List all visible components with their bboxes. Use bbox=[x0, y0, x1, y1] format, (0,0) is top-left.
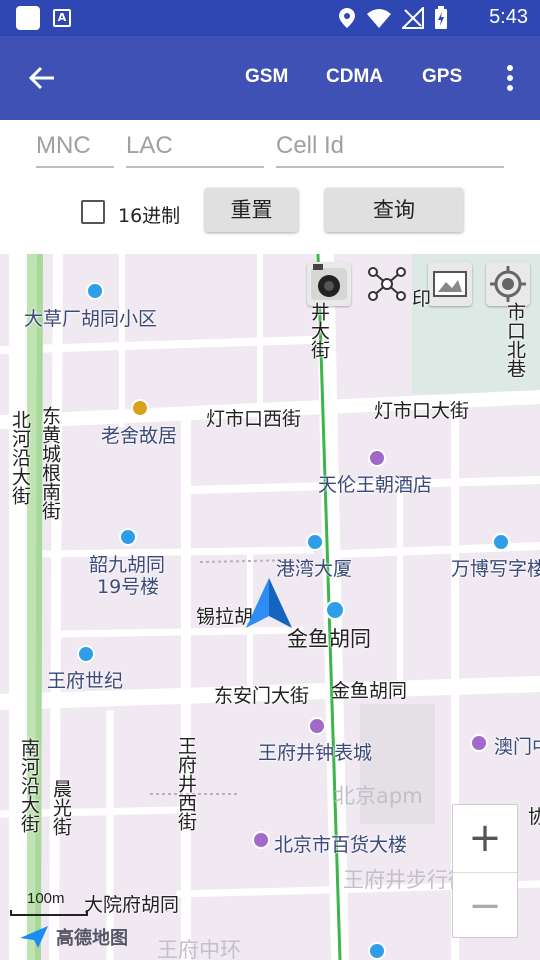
label-wangfujingxi: 王府井西街 bbox=[175, 736, 197, 831]
poi-bottom-icon bbox=[368, 942, 386, 960]
wifi-icon bbox=[367, 9, 391, 28]
navigation-arrow-icon bbox=[246, 578, 292, 628]
label-donganmen: 东安门大街 bbox=[214, 685, 310, 707]
label-nanheyan: 南河沿大街 bbox=[18, 738, 40, 833]
signal-off-icon bbox=[402, 7, 424, 29]
map-layer-button[interactable] bbox=[428, 262, 472, 306]
notification-square-icon bbox=[16, 6, 40, 30]
tab-gsm[interactable]: GSM bbox=[245, 66, 288, 88]
poi-clock-icon bbox=[308, 717, 326, 735]
label-dacaochang: 大草厂胡同小区 bbox=[24, 308, 158, 330]
lac-placeholder: LAC bbox=[126, 132, 173, 159]
label-laoshe: 老舍故居 bbox=[101, 425, 178, 447]
map-view[interactable]: 大草厂胡同小区 老舍故居 灯市口西街 灯市口大街 天伦王朝酒店 韶九胡同 19号… bbox=[0, 254, 540, 960]
logo-text: 高德地图 bbox=[56, 928, 128, 949]
label-dayuanfu: 大院府胡同 bbox=[84, 894, 180, 916]
zoom-in-button[interactable]: + bbox=[453, 805, 517, 872]
clock: 5:43 bbox=[489, 6, 528, 28]
label-wanbo: 万博写字楼 bbox=[451, 558, 540, 580]
lac-field[interactable]: LAC bbox=[126, 132, 264, 168]
label-cut-right: 协 bbox=[528, 806, 540, 828]
battery-charging-icon bbox=[435, 6, 447, 29]
location-icon bbox=[339, 8, 355, 28]
app-notification-icon: A bbox=[53, 9, 71, 27]
tab-gps[interactable]: GPS bbox=[422, 66, 462, 88]
label-clock-city: 王府井钟表城 bbox=[258, 742, 373, 764]
label-dengshikou-street: 灯市口大街 bbox=[374, 400, 470, 422]
poi-aomen-icon bbox=[470, 734, 488, 752]
label-dengshikou-west: 灯市口西街 bbox=[206, 408, 302, 430]
poi-museum-icon bbox=[131, 399, 149, 417]
label-pedestrian: 王府井步行街 bbox=[343, 868, 469, 892]
label-chenguang: 晨光街 bbox=[50, 779, 72, 836]
poi-mall-icon bbox=[325, 600, 345, 620]
poi-office2-icon bbox=[492, 533, 510, 551]
label-cut-top: 印 bbox=[412, 288, 432, 310]
label-apm: 北京apm bbox=[334, 784, 423, 808]
label-wangfu-shiji: 王府世纪 bbox=[47, 670, 124, 692]
app-bar: GSM CDMA GPS bbox=[0, 36, 540, 120]
network-button[interactable] bbox=[365, 262, 409, 306]
poi-building-icon bbox=[119, 528, 137, 546]
poi-office-icon bbox=[306, 533, 324, 551]
locate-icon bbox=[490, 266, 526, 302]
zoom-out-button[interactable]: − bbox=[453, 872, 517, 939]
poi-dept-icon bbox=[252, 831, 270, 849]
label-hotel: 天伦王朝酒店 bbox=[318, 474, 433, 496]
network-graph-icon bbox=[368, 267, 406, 301]
zoom-control: + − bbox=[452, 804, 518, 938]
label-jinyu-main: 金鱼胡同 bbox=[287, 627, 371, 651]
label-jingdajie: 井大街 bbox=[308, 302, 330, 359]
back-arrow-icon[interactable] bbox=[26, 62, 58, 94]
label-dept-store: 北京市百货大楼 bbox=[274, 834, 408, 856]
poi-wangfu-icon bbox=[77, 645, 95, 663]
poi-residence-icon bbox=[86, 282, 104, 300]
hex-label: 16进制 bbox=[118, 205, 181, 227]
poi-hotel-icon bbox=[368, 449, 386, 467]
label-jinyu-road: 金鱼胡同 bbox=[331, 680, 408, 702]
cell-id-field[interactable]: Cell Id bbox=[276, 132, 504, 168]
reset-button[interactable]: 重置 bbox=[205, 188, 298, 232]
camera-icon bbox=[311, 264, 347, 300]
my-location-button[interactable] bbox=[486, 262, 530, 306]
label-wangfu-zhonghuan: 王府中环 bbox=[157, 938, 241, 960]
query-button[interactable]: 查询 bbox=[325, 188, 463, 232]
mnc-field[interactable]: MNC bbox=[36, 132, 114, 168]
scale-label: 100m bbox=[27, 890, 65, 907]
amap-logo-icon bbox=[20, 926, 48, 948]
hex-checkbox[interactable] bbox=[81, 200, 105, 224]
map-logo: 高德地图 bbox=[18, 922, 128, 952]
tab-cdma[interactable]: CDMA bbox=[326, 66, 383, 88]
label-building19: 19号楼 bbox=[97, 576, 160, 598]
map-layer-icon bbox=[433, 271, 467, 297]
label-shikou: 市口北巷 bbox=[504, 302, 526, 378]
cell-id-placeholder: Cell Id bbox=[276, 132, 345, 159]
label-aomen: 澳门中 bbox=[494, 736, 540, 758]
scale-bar: 100m bbox=[10, 890, 90, 916]
status-bar: A 5:43 bbox=[0, 0, 540, 36]
more-vert-icon[interactable] bbox=[506, 64, 514, 92]
query-form: MNC LAC Cell Id 16进制 重置 查询 bbox=[0, 120, 540, 254]
mnc-placeholder: MNC bbox=[36, 132, 91, 159]
camera-button[interactable] bbox=[307, 262, 351, 306]
label-beiheyan: 北河沿大街 bbox=[9, 410, 31, 505]
status-icons bbox=[338, 6, 448, 30]
scale-line bbox=[10, 910, 88, 916]
label-donghuangcheng: 东黄城根南街 bbox=[39, 406, 61, 520]
